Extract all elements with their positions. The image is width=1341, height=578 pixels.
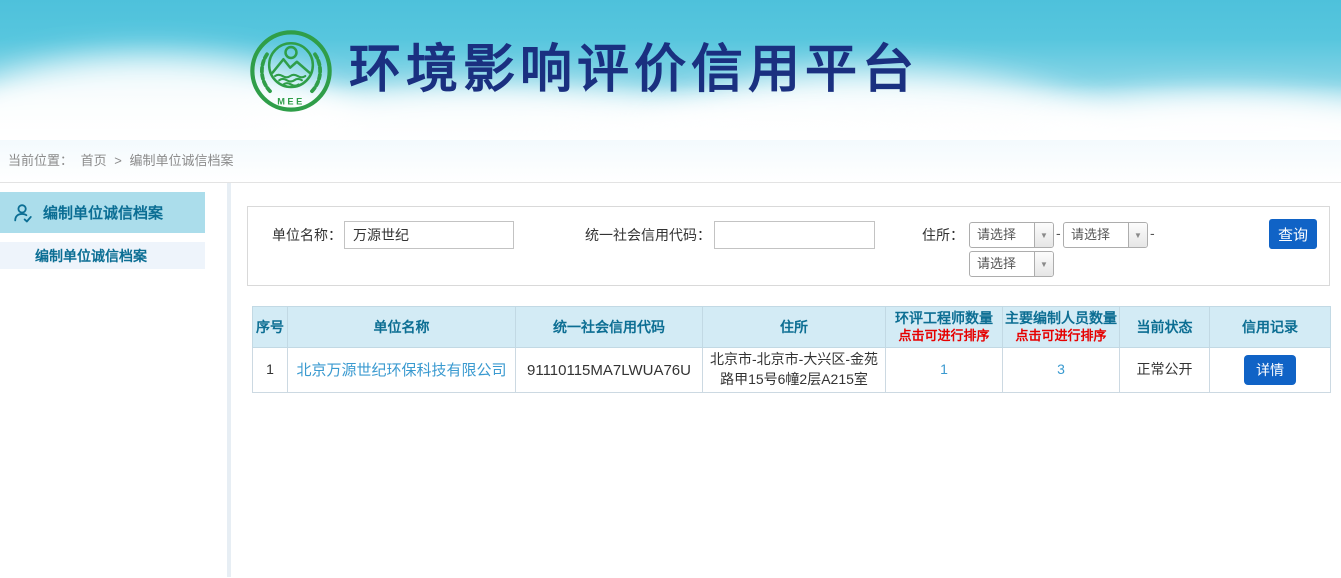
content-area: 编制单位诚信档案 编制单位诚信档案 单位名称： 统一社会信用代码： 住所： 请选… bbox=[0, 183, 1341, 577]
sort-hint[interactable]: 点击可进行排序 bbox=[886, 328, 1002, 345]
mee-logo-icon: MEE bbox=[249, 29, 333, 113]
chevron-down-icon[interactable]: ▼ bbox=[1034, 252, 1053, 276]
sidebar-item-credit-archive[interactable]: 编制单位诚信档案 bbox=[0, 242, 205, 269]
breadcrumb-label: 当前位置： bbox=[8, 153, 73, 168]
logo-mee-text: MEE bbox=[277, 97, 305, 107]
header-address: 住所 bbox=[703, 307, 886, 348]
city-select[interactable]: 请选择 ▼ bbox=[1063, 222, 1148, 248]
city-select-value: 请选择 bbox=[1064, 223, 1128, 247]
sidebar-group-credit-archive[interactable]: 编制单位诚信档案 bbox=[0, 192, 205, 233]
province-select-value: 请选择 bbox=[970, 223, 1034, 247]
address-label: 住所： bbox=[920, 222, 964, 248]
staff-count-link[interactable]: 3 bbox=[1057, 361, 1065, 377]
sidebar-divider bbox=[227, 183, 231, 577]
district-select[interactable]: 请选择 ▼ bbox=[969, 251, 1054, 277]
header-credit-code: 统一社会信用代码 bbox=[516, 307, 703, 348]
header-engineer-count-sortable[interactable]: 环评工程师数量 点击可进行排序 bbox=[886, 307, 1003, 348]
results-table: 序号 单位名称 统一社会信用代码 住所 环评工程师数量 点击可进行排序 主要编制… bbox=[252, 306, 1331, 393]
header-staff-count-label: 主要编制人员数量 bbox=[1005, 310, 1117, 326]
company-link[interactable]: 北京万源世纪环保科技有限公司 bbox=[296, 362, 506, 379]
header-credit-record: 信用记录 bbox=[1210, 307, 1331, 348]
breadcrumb-home-link[interactable]: 首页 bbox=[81, 153, 107, 168]
chevron-down-icon[interactable]: ▼ bbox=[1034, 223, 1053, 247]
breadcrumb-current: 编制单位诚信档案 bbox=[130, 153, 234, 168]
page-title: 环境影响评价信用平台 bbox=[349, 40, 919, 100]
header-index: 序号 bbox=[253, 307, 288, 348]
address-dash: - bbox=[1056, 225, 1061, 241]
header-staff-count-sortable[interactable]: 主要编制人员数量 点击可进行排序 bbox=[1003, 307, 1120, 348]
cell-index: 1 bbox=[253, 348, 288, 393]
breadcrumb-separator: > bbox=[114, 153, 122, 168]
cell-address: 北京市-北京市-大兴区-金苑路甲15号6幢2层A215室 bbox=[703, 348, 886, 393]
chevron-down-icon[interactable]: ▼ bbox=[1128, 223, 1147, 247]
address-dash: - bbox=[1150, 225, 1155, 241]
credit-code-input[interactable] bbox=[714, 221, 875, 249]
search-panel: 单位名称： 统一社会信用代码： 住所： 请选择 ▼ - 请选择 ▼ - 请选择 … bbox=[247, 206, 1330, 286]
district-select-value: 请选择 bbox=[970, 252, 1034, 276]
header-company: 单位名称 bbox=[288, 307, 516, 348]
sort-hint[interactable]: 点击可进行排序 bbox=[1003, 328, 1119, 345]
sidebar-group-label: 编制单位诚信档案 bbox=[43, 202, 163, 223]
main-panel: 单位名称： 统一社会信用代码： 住所： 请选择 ▼ - 请选择 ▼ - 请选择 … bbox=[247, 206, 1330, 393]
user-check-icon bbox=[12, 202, 34, 224]
query-button[interactable]: 查询 bbox=[1269, 219, 1317, 249]
header-status: 当前状态 bbox=[1120, 307, 1210, 348]
sidebar-item-label: 编制单位诚信档案 bbox=[35, 246, 147, 266]
table-row: 1 北京万源世纪环保科技有限公司 91110115MA7LWUA76U 北京市-… bbox=[253, 348, 1331, 393]
company-name-label: 单位名称： bbox=[256, 222, 342, 248]
header-engineer-count-label: 环评工程师数量 bbox=[895, 310, 993, 326]
engineer-count-link[interactable]: 1 bbox=[940, 361, 948, 377]
breadcrumb: 当前位置： 首页 > 编制单位诚信档案 bbox=[0, 140, 1341, 183]
cell-credit-code: 91110115MA7LWUA76U bbox=[516, 348, 703, 393]
sidebar: 编制单位诚信档案 编制单位诚信档案 bbox=[0, 192, 205, 269]
site-banner: MEE 环境影响评价信用平台 bbox=[0, 0, 1341, 140]
company-name-input[interactable] bbox=[344, 221, 514, 249]
table-header-row: 序号 单位名称 统一社会信用代码 住所 环评工程师数量 点击可进行排序 主要编制… bbox=[253, 307, 1331, 348]
credit-code-label: 统一社会信用代码： bbox=[578, 222, 711, 248]
detail-button[interactable]: 详情 bbox=[1244, 355, 1296, 385]
province-select[interactable]: 请选择 ▼ bbox=[969, 222, 1054, 248]
cell-status: 正常公开 bbox=[1120, 348, 1210, 393]
